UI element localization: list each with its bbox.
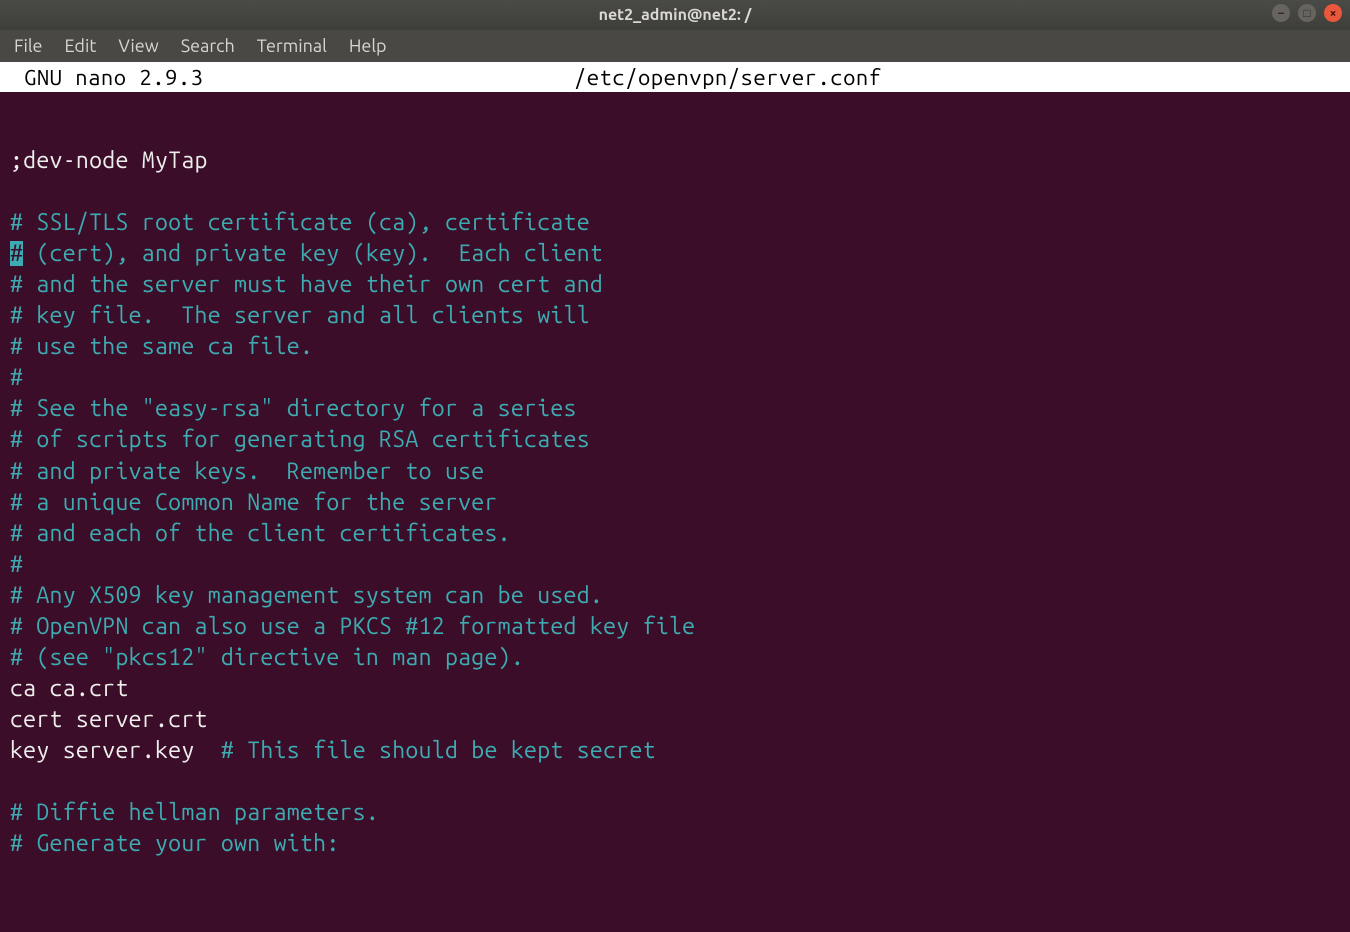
- nano-filepath: /etc/openvpn/server.conf: [203, 65, 1332, 90]
- editor-line: #: [10, 362, 1340, 393]
- editor-line: # SSL/TLS root certificate (ca), certifi…: [10, 207, 1340, 238]
- editor-content[interactable]: ;dev-node MyTap # SSL/TLS root certifica…: [0, 92, 1350, 859]
- menu-bar: File Edit View Search Terminal Help: [0, 30, 1350, 62]
- nano-version: GNU nano 2.9.3: [18, 65, 203, 90]
- editor-line: # key file. The server and all clients w…: [10, 300, 1340, 331]
- cursor: #: [10, 241, 23, 266]
- nano-status-bar: GNU nano 2.9.3 /etc/openvpn/server.conf: [0, 62, 1350, 92]
- editor-line: ;dev-node MyTap: [10, 145, 1340, 176]
- maximize-button[interactable]: □: [1298, 4, 1316, 22]
- editor-line: [10, 114, 1340, 145]
- editor-line: # OpenVPN can also use a PKCS #12 format…: [10, 611, 1340, 642]
- editor-line: # of scripts for generating RSA certific…: [10, 424, 1340, 455]
- editor-line: [10, 176, 1340, 207]
- menu-search[interactable]: Search: [181, 36, 235, 56]
- editor-line: ca ca.crt: [10, 673, 1340, 704]
- editor-line: key server.key # This file should be kep…: [10, 735, 1340, 766]
- menu-help[interactable]: Help: [349, 36, 387, 56]
- editor-line: # Diffie hellman parameters.: [10, 797, 1340, 828]
- editor-line: # Any X509 key management system can be …: [10, 580, 1340, 611]
- editor-line: cert server.crt: [10, 704, 1340, 735]
- editor-line: #: [10, 549, 1340, 580]
- editor-line: # Generate your own with:: [10, 828, 1340, 859]
- editor-line: # (cert), and private key (key). Each cl…: [10, 238, 1340, 269]
- editor-line: # a unique Common Name for the server: [10, 487, 1340, 518]
- window-titlebar: net2_admin@net2: / – □ ×: [0, 0, 1350, 30]
- editor-line: # use the same ca file.: [10, 331, 1340, 362]
- window-controls: – □ ×: [1272, 4, 1342, 22]
- close-button[interactable]: ×: [1324, 4, 1342, 22]
- editor-line: # and the server must have their own cer…: [10, 269, 1340, 300]
- editor-line: # and each of the client certificates.: [10, 518, 1340, 549]
- window-title: net2_admin@net2: /: [599, 6, 752, 24]
- menu-terminal[interactable]: Terminal: [257, 36, 327, 56]
- menu-view[interactable]: View: [118, 36, 158, 56]
- editor-line: # and private keys. Remember to use: [10, 456, 1340, 487]
- editor-line: [10, 766, 1340, 797]
- menu-file[interactable]: File: [14, 36, 43, 56]
- minimize-button[interactable]: –: [1272, 4, 1290, 22]
- menu-edit[interactable]: Edit: [65, 36, 97, 56]
- editor-line: # (see "pkcs12" directive in man page).: [10, 642, 1340, 673]
- editor-line: # See the "easy-rsa" directory for a ser…: [10, 393, 1340, 424]
